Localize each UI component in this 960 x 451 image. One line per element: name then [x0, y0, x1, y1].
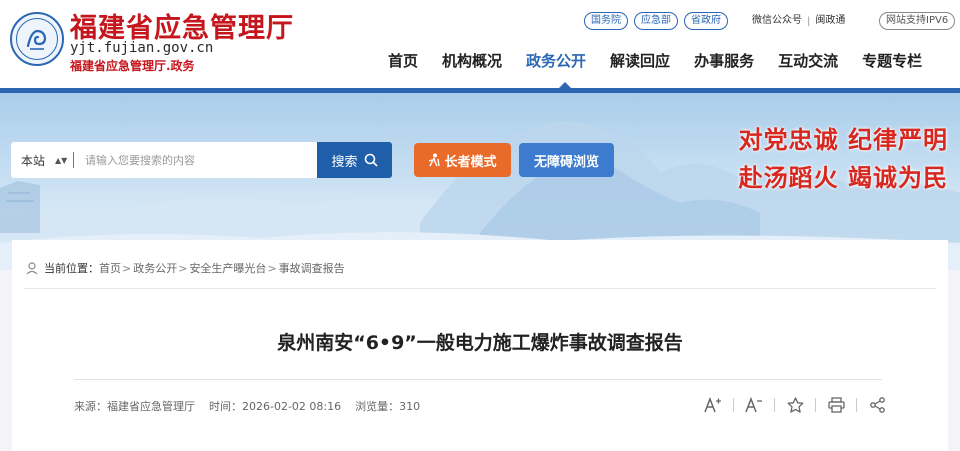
- divider: [733, 398, 734, 412]
- article-card: 当前位置： 首页 > 政务公开 > 安全生产曝光台 > 事故调查报告 泉州南安“6•9…: [12, 240, 948, 451]
- divider: [73, 152, 74, 168]
- ipv6-badge: 网站支持IPV6: [879, 12, 956, 30]
- nav-topics[interactable]: 专题专栏: [862, 50, 922, 72]
- article-views: 浏览量：310: [355, 400, 421, 413]
- article-meta: 来源：福建省应急管理厅 时间：2026-02-02 08:16 浏览量：310: [74, 398, 434, 414]
- divider: [74, 379, 882, 380]
- breadcrumb-home[interactable]: 首页: [99, 260, 121, 276]
- font-increase-icon[interactable]: [702, 394, 724, 416]
- star-icon[interactable]: [784, 394, 806, 416]
- divider: [774, 398, 775, 412]
- breadcrumb-government-affairs[interactable]: 政务公开: [133, 260, 177, 276]
- font-decrease-icon[interactable]: [743, 394, 765, 416]
- search-scope-select[interactable]: 本站 ▲▼: [11, 152, 73, 169]
- link-shengzhengfu[interactable]: 省政府: [684, 12, 728, 30]
- location-icon: [26, 261, 38, 275]
- nav-interaction[interactable]: 互动交流: [778, 50, 838, 72]
- divider: [856, 398, 857, 412]
- divider: |: [807, 15, 811, 27]
- link-wechat[interactable]: 微信公众号: [752, 14, 802, 28]
- top-links: 国务院 应急部 省政府 微信公众号 | 闽政通: [584, 12, 845, 30]
- print-icon[interactable]: [825, 394, 847, 416]
- search-button-label: 搜索: [331, 154, 358, 170]
- nav-government-affairs[interactable]: 政务公开: [526, 50, 586, 72]
- breadcrumb-safety-exposure[interactable]: 安全生产曝光台: [189, 260, 266, 276]
- accessible-label: 无障碍浏览: [533, 154, 599, 170]
- nav-services[interactable]: 办事服务: [694, 50, 754, 72]
- link-yingjibu[interactable]: 应急部: [634, 12, 678, 30]
- nav-interpretation[interactable]: 解读回应: [610, 50, 670, 72]
- accessible-button[interactable]: 无障碍浏览: [519, 143, 614, 177]
- chevron-updown-icon: ▲▼: [55, 155, 68, 165]
- breadcrumb-separator: >: [178, 261, 188, 275]
- article-source: 来源：福建省应急管理厅: [74, 400, 195, 413]
- slogan-line-1: 对党忠诚 纪律严明: [738, 125, 948, 154]
- breadcrumb-label: 当前位置：: [44, 262, 99, 275]
- elder-mode-label: 长者模式: [444, 154, 497, 170]
- article-tools: [702, 394, 888, 416]
- elder-mode-button[interactable]: 长者模式: [414, 143, 511, 177]
- divider: [24, 288, 936, 289]
- emblem-icon[interactable]: [10, 12, 64, 66]
- link-guowuyuan[interactable]: 国务院: [584, 12, 628, 30]
- breadcrumb-accident-reports[interactable]: 事故调查报告: [279, 260, 345, 276]
- article-title: 泉州南安“6•9”一般电力施工爆炸事故调查报告: [277, 332, 683, 354]
- share-icon[interactable]: [866, 394, 888, 416]
- elder-icon: [428, 153, 441, 167]
- search-box: 本站 ▲▼: [11, 142, 317, 178]
- article-time: 时间：2026-02-02 08:16: [209, 400, 342, 413]
- site-domain: yjt.fujian.gov.cn: [70, 40, 214, 56]
- divider: [815, 398, 816, 412]
- site-subtitle: 福建省应急管理厅.政务: [70, 59, 195, 73]
- search-button[interactable]: 搜索: [317, 142, 392, 178]
- search-scope-label: 本站: [21, 153, 46, 168]
- breadcrumb-separator: >: [267, 261, 277, 275]
- search-icon: [364, 153, 378, 167]
- nav-organization[interactable]: 机构概况: [442, 50, 502, 72]
- main-nav: 首页 机构概况 政务公开 解读回应 办事服务 互动交流 专题专栏: [388, 50, 922, 72]
- link-minzhengtong[interactable]: 闽政通: [815, 14, 845, 28]
- slogan-line-2: 赴汤蹈火 竭诚为民: [738, 163, 948, 192]
- nav-home[interactable]: 首页: [388, 50, 418, 72]
- breadcrumb-separator: >: [122, 261, 132, 275]
- site-header: 福建省应急管理厅 yjt.fujian.gov.cn 福建省应急管理厅.政务 国…: [0, 0, 960, 88]
- breadcrumb: 当前位置： 首页 > 政务公开 > 安全生产曝光台 > 事故调查报告: [26, 260, 345, 276]
- search-input[interactable]: [85, 153, 305, 167]
